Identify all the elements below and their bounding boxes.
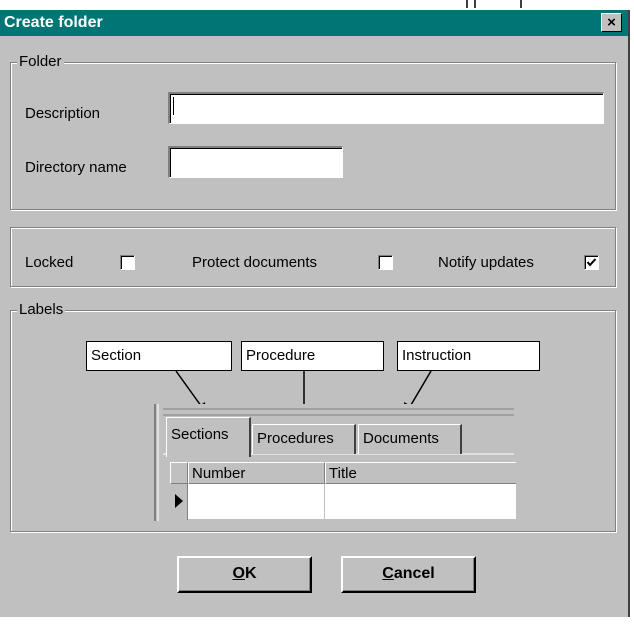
grid-header-number[interactable]: Number [188, 462, 325, 484]
folder-group-legend: Folder [17, 53, 64, 70]
text-caret [173, 97, 174, 115]
grid-row-indicator[interactable] [170, 484, 188, 520]
tab-documents[interactable]: Documents [358, 424, 462, 454]
cancel-label: ancel [393, 565, 435, 582]
grid-row-indicator-header [170, 462, 188, 484]
ok-button[interactable]: OK [177, 556, 312, 593]
dialog-title: Create folder [4, 14, 103, 31]
section-label-input[interactable]: Section [86, 341, 232, 371]
grid-header-title-label: Title [329, 465, 357, 482]
notify-updates-label: Notify updates [438, 254, 534, 271]
title-bar: Create folder × [0, 10, 628, 36]
close-button[interactable]: × [601, 13, 622, 32]
grid-cell-number[interactable] [188, 484, 325, 520]
instruction-label-value: Instruction [402, 347, 472, 364]
procedure-label-input[interactable]: Procedure [241, 341, 384, 371]
description-label: Description [25, 105, 101, 122]
background-strip [0, 0, 634, 10]
background-window-edge [466, 0, 526, 10]
grid-cell-title[interactable] [325, 484, 516, 520]
section-label-value: Section [91, 347, 142, 364]
create-folder-dialog: Create folder × Folder Description Direc… [0, 10, 630, 617]
cancel-button[interactable]: Cancel [341, 556, 476, 593]
current-row-arrow-icon [175, 494, 183, 508]
tab-documents-label: Documents [363, 430, 439, 447]
instruction-label-input[interactable]: Instruction [397, 341, 540, 371]
ok-label: K [244, 565, 257, 582]
folder-groupbox: Folder [10, 53, 616, 210]
close-icon: × [607, 14, 616, 31]
protect-documents-checkbox[interactable] [378, 255, 393, 270]
description-input[interactable] [168, 92, 604, 124]
cancel-accelerator: C [382, 565, 394, 582]
grid-header-number-label: Number [192, 465, 246, 482]
labels-grid[interactable]: Number Title [170, 462, 516, 520]
tab-sections-label: Sections [171, 426, 229, 443]
directory-name-input[interactable] [168, 146, 343, 178]
tab-procedures-label: Procedures [257, 430, 334, 447]
grid-header-title[interactable]: Title [325, 462, 516, 484]
locked-label: Locked [25, 254, 74, 271]
tab-sections[interactable]: Sections [166, 417, 251, 457]
tab-procedures[interactable]: Procedures [252, 424, 356, 454]
locked-checkbox[interactable] [120, 255, 135, 270]
check-mark-icon [586, 258, 597, 267]
protect-documents-label: Protect documents [192, 254, 318, 271]
labels-group-legend: Labels [17, 301, 66, 318]
directory-name-label: Directory name [25, 159, 127, 176]
ok-accelerator: O [232, 565, 245, 582]
procedure-label-value: Procedure [246, 347, 316, 364]
notify-updates-checkbox[interactable] [584, 255, 599, 270]
